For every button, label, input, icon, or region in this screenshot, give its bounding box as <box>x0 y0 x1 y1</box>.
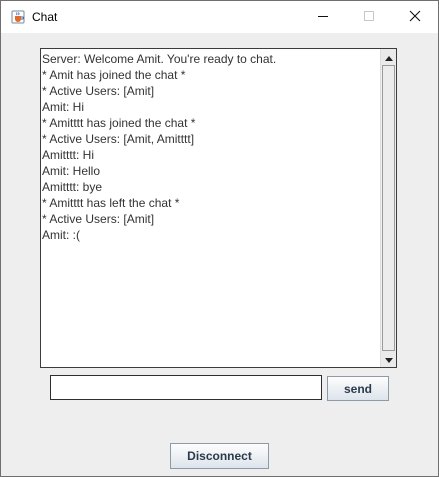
scroll-thumb[interactable] <box>382 65 395 351</box>
maximize-icon <box>363 10 375 25</box>
chat-log[interactable]: Server: Welcome Amit. You're ready to ch… <box>40 48 397 368</box>
send-button[interactable]: send <box>327 376 389 401</box>
java-cup-icon <box>11 10 25 24</box>
minimize-button[interactable] <box>300 1 346 33</box>
disconnect-button[interactable]: Disconnect <box>170 443 269 469</box>
scroll-up-button[interactable] <box>381 49 396 65</box>
chat-message: * Amit has joined the chat * <box>42 68 186 82</box>
chat-message: Amit: :( <box>42 228 80 242</box>
chat-message: Amit: Hi <box>42 100 84 114</box>
chat-message: Amitttt: bye <box>42 180 103 194</box>
chat-message: Amitttt: Hi <box>42 148 95 162</box>
close-button[interactable] <box>392 1 438 33</box>
title-bar[interactable]: Chat <box>1 1 438 33</box>
chat-message: Amit: Hello <box>42 164 101 178</box>
chat-message: * Amitttt has joined the chat * <box>42 116 196 130</box>
message-input[interactable] <box>50 375 322 400</box>
message-list: Server: Welcome Amit. You're ready to ch… <box>42 51 380 365</box>
scroll-down-button[interactable] <box>381 351 396 367</box>
arrow-up-icon <box>384 50 393 64</box>
window-title: Chat <box>32 10 58 24</box>
vertical-scrollbar[interactable] <box>380 49 396 367</box>
close-icon <box>409 10 421 25</box>
chat-window: Chat Server: Welcome Amit. You're ready … <box>0 0 439 477</box>
chat-message: Server: Welcome Amit. You're ready to ch… <box>42 52 277 66</box>
chat-message: * Amitttt has left the chat * <box>42 196 180 210</box>
maximize-button[interactable] <box>346 1 392 33</box>
chat-message: * Active Users: [Amit] <box>42 212 155 226</box>
chat-message: * Active Users: [Amit, Amitttt] <box>42 132 195 146</box>
arrow-down-icon <box>384 352 393 366</box>
minimize-icon <box>317 10 329 25</box>
chat-message: * Active Users: [Amit] <box>42 84 155 98</box>
